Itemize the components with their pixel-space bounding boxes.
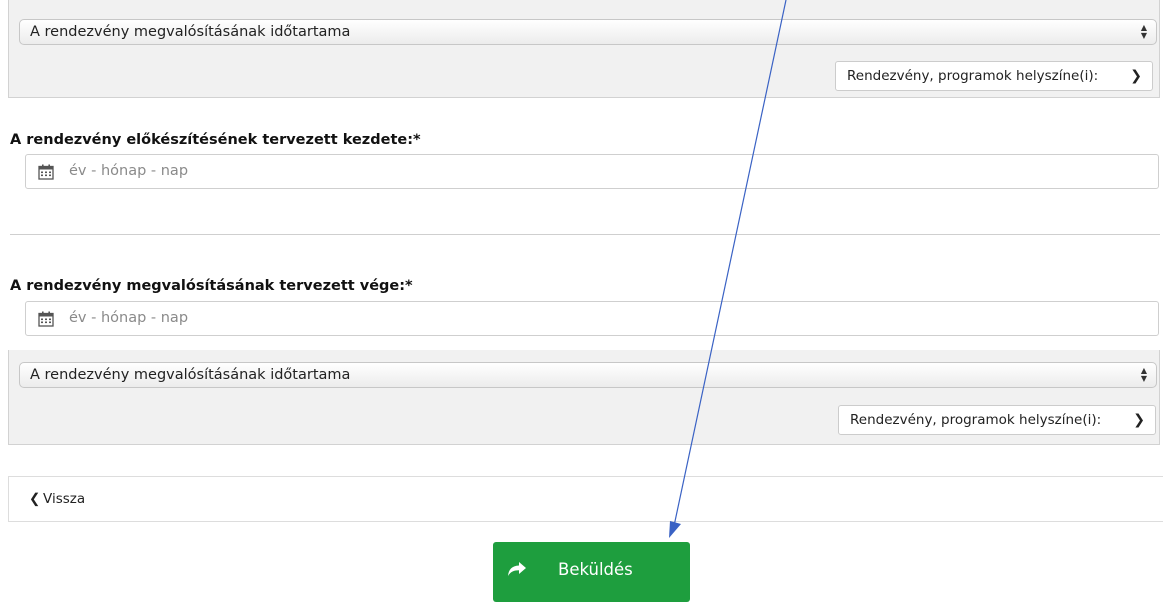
back-navigation-bar: ❮ Vissza: [8, 476, 1163, 522]
share-arrow-icon: [508, 562, 526, 576]
duration-select-bottom[interactable]: A rendezvény megvalósításának időtartama…: [19, 362, 1157, 388]
end-date-input[interactable]: év - hónap - nap: [25, 301, 1159, 336]
calendar-icon: [38, 311, 54, 327]
calendar-icon: [38, 164, 54, 180]
duration-select-bottom-value: A rendezvény megvalósításának időtartama: [30, 367, 351, 383]
chevron-right-icon: ❯: [1130, 68, 1142, 84]
chevron-right-icon: ❯: [1133, 412, 1145, 428]
bottom-duration-panel: A rendezvény megvalósításának időtartama…: [8, 350, 1160, 445]
end-date-placeholder: év - hónap - nap: [69, 310, 189, 326]
start-date-placeholder: év - hónap - nap: [69, 163, 189, 179]
submit-button[interactable]: Beküldés: [493, 542, 690, 602]
duration-select-top-value: A rendezvény megvalósításának időtartama: [30, 24, 351, 40]
top-duration-panel: A rendezvény megvalósításának időtartama…: [8, 0, 1160, 98]
location-button-bottom-label: Rendezvény, programok helyszíne(i):: [850, 412, 1102, 428]
duration-select-top[interactable]: A rendezvény megvalósításának időtartama…: [19, 19, 1157, 45]
select-arrows-icon: ▲ ▼: [1140, 23, 1147, 40]
submit-button-label: Beküldés: [558, 560, 633, 579]
start-date-label: A rendezvény előkészítésének tervezett k…: [10, 132, 421, 148]
end-date-label: A rendezvény megvalósításának tervezett …: [10, 278, 413, 294]
section-divider: [10, 234, 1160, 235]
back-link-label: Vissza: [43, 491, 86, 507]
chevron-left-icon: ❮: [29, 491, 41, 507]
location-button-top[interactable]: Rendezvény, programok helyszíne(i): ❯: [835, 61, 1153, 91]
location-button-bottom[interactable]: Rendezvény, programok helyszíne(i): ❯: [838, 405, 1156, 435]
location-button-top-label: Rendezvény, programok helyszíne(i):: [847, 68, 1099, 84]
select-arrows-icon: ▲ ▼: [1140, 366, 1147, 383]
start-date-input[interactable]: év - hónap - nap: [25, 154, 1159, 189]
